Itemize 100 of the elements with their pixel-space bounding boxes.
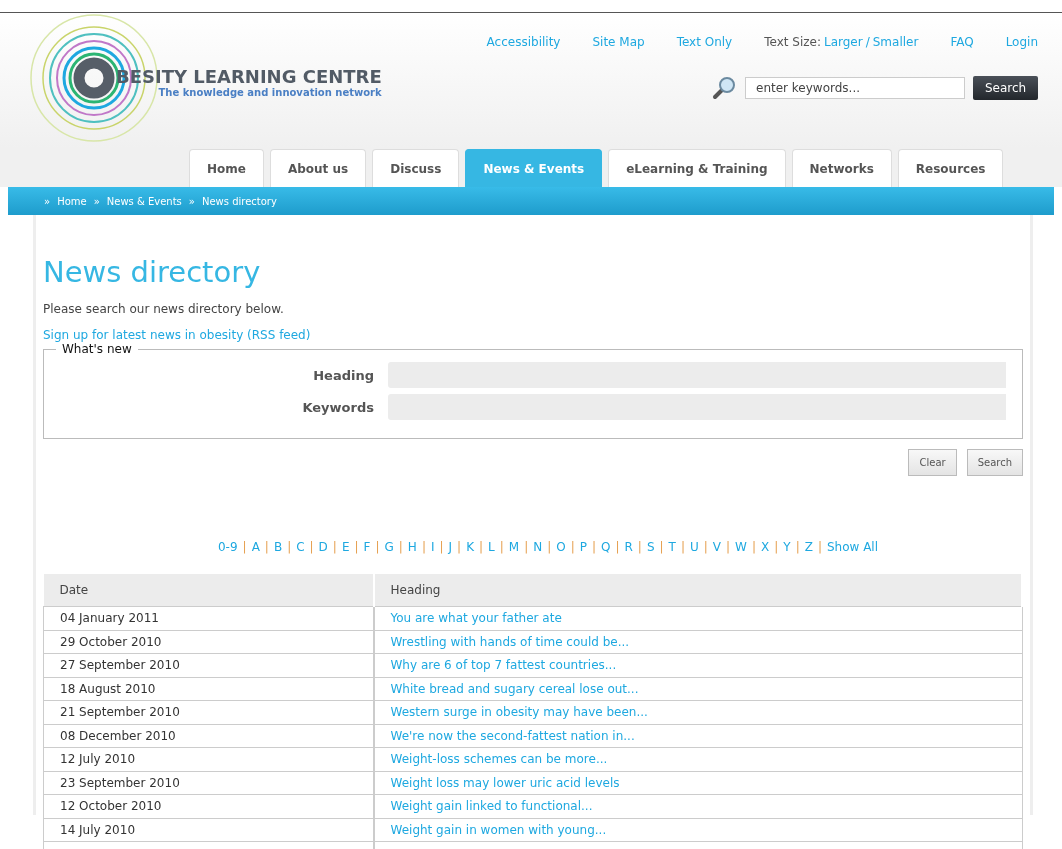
breadcrumb-link[interactable]: Home [57,195,87,207]
nav-tab[interactable]: News & Events [465,149,603,187]
field-label: Keywords [301,399,374,415]
letter-link[interactable]: B [273,540,283,554]
letter-separator: | [547,540,552,554]
filter-legend: What's new [56,342,138,356]
date-cell: 04 January 2011 [43,606,374,630]
search-field[interactable]: enter keywords... [745,77,965,99]
letter-link[interactable]: G [384,540,394,554]
letter-link[interactable]: M [508,540,520,554]
date-cell: 12 October 2010 [43,794,374,818]
letter-link[interactable]: T [668,540,676,554]
date-cell: 27 September 2010 [43,653,374,677]
separator: / [865,35,870,49]
letter-separator: | [287,540,292,554]
letter-separator: | [774,540,779,554]
smaller-link[interactable]: Smaller [872,35,919,49]
letter-separator: | [817,540,822,554]
letter-separator: | [680,540,685,554]
letter-separator: | [726,540,731,554]
page-title: News directory [43,254,262,289]
letter-separator: | [264,540,269,554]
letter-link[interactable]: L [488,540,495,554]
date-cell: 23 September 2010 [43,771,374,795]
letter-separator: | [659,540,664,554]
letter-separator: | [457,540,462,554]
nav-tab[interactable]: About us [269,149,367,187]
breadcrumb-separator: » [188,195,195,207]
letter-separator: | [524,540,529,554]
date-cell: 18 August 2010 [43,677,374,701]
date-cell: 21 September 2010 [43,700,374,724]
letter-separator: | [398,540,403,554]
nav-tab[interactable]: Home [189,149,264,187]
text-size-label: Text Size: [764,35,821,49]
breadcrumb-link[interactable]: News directory [201,195,277,207]
news-link[interactable]: You are what your father ate [390,611,562,626]
letter-separator: | [242,540,247,554]
larger-link[interactable]: Larger [823,35,863,49]
date-cell: 12 July 2010 [43,747,374,771]
header-link[interactable]: Accessibility [486,35,561,49]
letter-separator: | [615,540,620,554]
letter-separator: | [309,540,314,554]
letter-separator: | [479,540,484,554]
letter-link[interactable]: O [556,540,566,554]
letter-link[interactable]: Show All [826,540,879,554]
form-button[interactable]: Search [966,449,1023,476]
letter-link[interactable]: Z [804,540,813,554]
letter-separator: | [354,540,359,554]
letter-link[interactable]: W [735,540,747,554]
letter-link[interactable]: 0-9 [217,540,238,554]
letter-separator: | [751,540,756,554]
search-icon [711,75,737,101]
date-cell: 14 July 2010 [43,818,374,842]
intro-text: Please search our news directory below. [43,302,285,316]
letter-separator: | [591,540,596,554]
letter-separator: | [703,540,708,554]
nav-tab[interactable]: Resources [897,149,1004,187]
letter-link[interactable]: P [579,540,587,554]
header-link[interactable]: Text Only [676,35,733,49]
letter-link[interactable]: Q [601,540,611,554]
letter-link[interactable]: D [318,540,328,554]
letter-link[interactable]: J [448,540,453,554]
letter-separator: | [421,540,426,554]
nav-tab[interactable]: eLearning & Training [608,149,786,187]
letter-link[interactable]: U [689,540,699,554]
news-link[interactable]: Weight gain linked to functional... [390,799,593,814]
header-link[interactable]: Site Map [592,35,645,49]
header-link[interactable]: FAQ [950,35,974,49]
header-link[interactable]: Login [1005,35,1038,49]
form-button[interactable]: Clear [908,449,957,476]
breadcrumb-separator: » [93,195,100,207]
letter-link[interactable]: S [646,540,655,554]
letter-link[interactable]: A [251,540,260,554]
letter-separator: | [332,540,337,554]
letter-link[interactable]: F [363,540,371,554]
date-cell: 29 October 2010 [43,630,374,654]
column-header[interactable]: Date [43,574,374,607]
search-button[interactable]: Search [973,76,1038,100]
logo-tagline: The knowledge and innovation network [158,86,382,98]
letter-link[interactable]: R [624,540,633,554]
letter-link[interactable]: E [341,540,350,554]
nav-tab[interactable]: Discuss [372,149,460,187]
letter-separator: | [499,540,504,554]
letter-link[interactable]: Y [783,540,791,554]
column-header[interactable]: Heading [373,574,1022,607]
letter-link[interactable]: V [712,540,722,554]
letter-separator: | [637,540,642,554]
letter-link[interactable]: H [407,540,417,554]
letter-link[interactable]: C [296,540,305,554]
date-cell: 08 December 2010 [43,724,374,748]
letter-link[interactable]: N [533,540,543,554]
letter-link[interactable]: K [466,540,474,554]
rss-link[interactable]: Sign up for latest news in obesity (RSS feed) [43,328,1023,342]
field-label: Heading [312,367,374,383]
letter-link[interactable]: X [761,540,770,554]
letter-separator: | [570,540,575,554]
breadcrumb-link[interactable]: News & Events [106,195,182,207]
letter-separator: | [795,540,800,554]
nav-tab[interactable]: Networks [791,149,892,187]
letter-link[interactable]: I [430,540,435,554]
